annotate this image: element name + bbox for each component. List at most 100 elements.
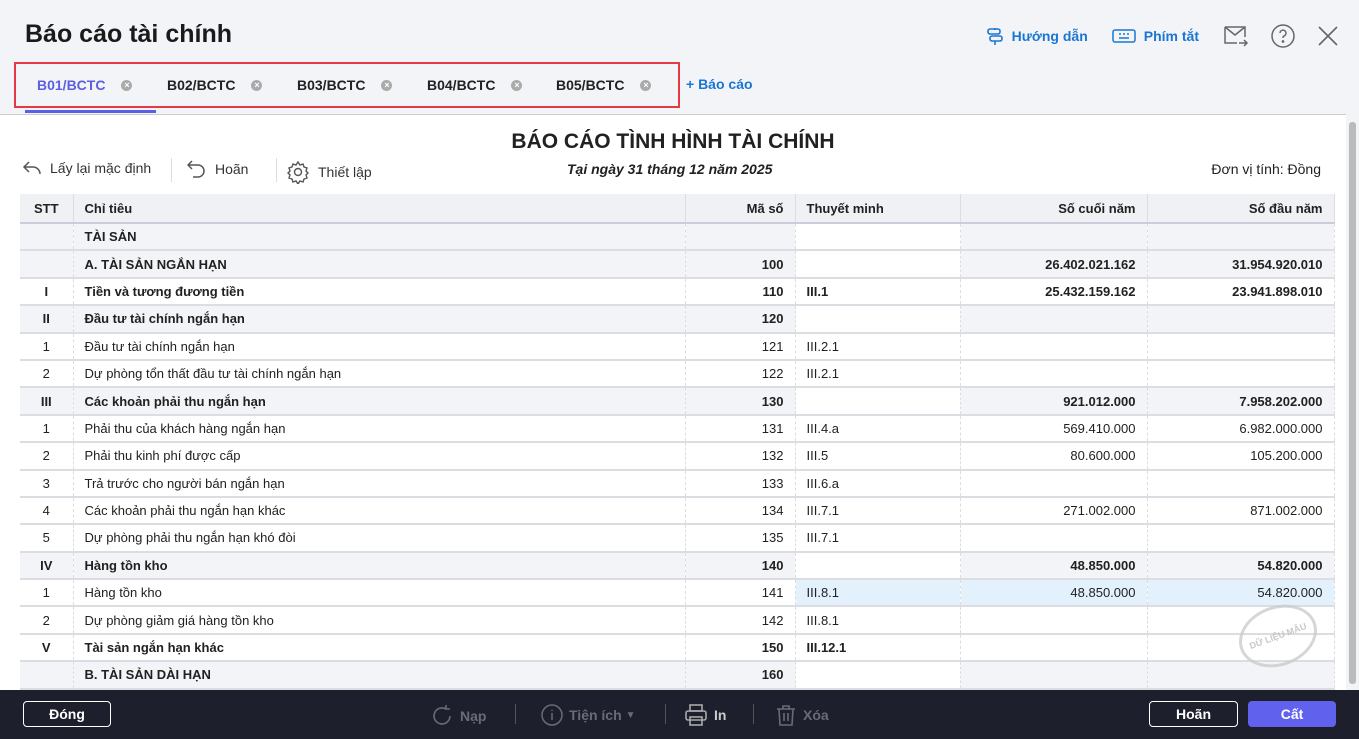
row-end-year[interactable] xyxy=(960,633,1148,663)
row-end-year[interactable]: 271.002.000 xyxy=(960,496,1148,526)
tab-b03[interactable]: B03/BCTC × xyxy=(297,77,393,93)
row-start-year[interactable]: 54.820.000 xyxy=(1147,579,1335,608)
close-tab-icon[interactable]: × xyxy=(251,79,263,91)
table-row[interactable]: V Tài sản ngắn hạn khác 150 III.12.1 xyxy=(20,633,1335,663)
cancel-button[interactable]: Hoãn xyxy=(1149,701,1238,727)
row-note[interactable] xyxy=(795,305,961,334)
delete-button[interactable]: Xóa xyxy=(775,704,829,726)
load-button[interactable]: Nạp xyxy=(430,704,486,728)
close-tab-icon[interactable]: × xyxy=(381,79,393,91)
tab-b01[interactable]: B01/BCTC × xyxy=(37,77,133,93)
tab-b05[interactable]: B05/BCTC × xyxy=(556,77,652,93)
email-forward-icon[interactable] xyxy=(1223,24,1249,48)
row-end-year[interactable]: 569.410.000 xyxy=(960,414,1148,444)
save-button[interactable]: Cất xyxy=(1248,701,1336,727)
row-end-year[interactable] xyxy=(960,469,1148,498)
table-row[interactable]: 3 Trả trước cho người bán ngắn hạn 133 III.… xyxy=(20,469,1335,498)
row-note[interactable]: III.1 xyxy=(795,277,961,307)
row-end-year[interactable]: 80.600.000 xyxy=(960,442,1148,471)
row-start-year[interactable] xyxy=(1147,223,1335,252)
row-note[interactable] xyxy=(795,250,961,279)
col-end-year: Số cuối năm xyxy=(960,194,1148,224)
row-end-year[interactable]: 26.402.021.162 xyxy=(960,250,1148,279)
undo-button[interactable]: Hoãn xyxy=(187,160,248,178)
row-start-year[interactable] xyxy=(1147,305,1335,334)
row-note[interactable]: III.2.1 xyxy=(795,332,961,361)
row-start-year[interactable] xyxy=(1147,332,1335,361)
row-start-year[interactable]: 54.820.000 xyxy=(1147,551,1335,581)
divider xyxy=(171,158,172,182)
undo-icon xyxy=(187,160,205,178)
row-note[interactable]: III.4.a xyxy=(795,414,961,444)
row-start-year[interactable] xyxy=(1147,469,1335,498)
table-row[interactable]: 2 Dự phòng giảm giá hàng tồn kho 142 III.8.… xyxy=(20,606,1335,635)
row-end-year[interactable] xyxy=(960,223,1148,252)
row-stt: III xyxy=(20,387,74,416)
scrollbar[interactable] xyxy=(1349,122,1356,684)
row-end-year[interactable]: 25.432.159.162 xyxy=(960,277,1148,307)
close-tab-icon[interactable]: × xyxy=(511,79,523,91)
table-row[interactable]: 4 Các khoản phải thu ngắn hạn khác 134 III.… xyxy=(20,496,1335,526)
guide-link[interactable]: Hướng dẫn xyxy=(986,27,1088,45)
row-indicator: Dự phòng phải thu ngắn hạn khó đòi xyxy=(73,524,686,553)
row-note[interactable] xyxy=(795,223,961,252)
tab-b04[interactable]: B04/BCTC × xyxy=(427,77,523,93)
row-note[interactable]: III.7.1 xyxy=(795,496,961,526)
row-note[interactable]: III.5 xyxy=(795,442,961,471)
table-row[interactable]: B. TÀI SẢN DÀI HẠN 160 xyxy=(20,661,1335,690)
row-start-year[interactable]: 105.200.000 xyxy=(1147,442,1335,471)
row-note[interactable]: III.8.1 xyxy=(795,606,961,635)
row-start-year[interactable] xyxy=(1147,359,1335,389)
close-button[interactable]: Đóng xyxy=(23,701,111,727)
close-tab-icon[interactable]: × xyxy=(121,79,133,91)
row-start-year[interactable]: 871.002.000 xyxy=(1147,496,1335,526)
table-row[interactable]: 1 Đầu tư tài chính ngắn hạn 121 III.2.1 xyxy=(20,332,1335,361)
table-row[interactable]: II Đầu tư tài chính ngắn hạn 120 xyxy=(20,305,1335,334)
table-row[interactable]: 2 Dự phòng tổn thất đầu tư tài chính ngắn… xyxy=(20,359,1335,389)
row-note[interactable]: III.7.1 xyxy=(795,524,961,553)
row-end-year[interactable]: 921.012.000 xyxy=(960,387,1148,416)
table-row[interactable]: 1 Phải thu của khách hàng ngắn hạn 131 III.… xyxy=(20,414,1335,444)
row-end-year[interactable] xyxy=(960,332,1148,361)
row-note[interactable]: III.12.1 xyxy=(795,633,961,663)
table-row[interactable]: III Các khoản phải thu ngắn hạn 130 921.012… xyxy=(20,387,1335,416)
row-indicator: B. TÀI SẢN DÀI HẠN xyxy=(73,661,686,690)
row-start-year[interactable] xyxy=(1147,661,1335,690)
row-end-year[interactable] xyxy=(960,524,1148,553)
row-note[interactable] xyxy=(795,661,961,690)
row-note[interactable]: III.2.1 xyxy=(795,359,961,389)
row-start-year[interactable] xyxy=(1147,524,1335,553)
reset-default-button[interactable]: Lấy lại mặc định xyxy=(22,160,151,176)
chevron-down-icon: ▼ xyxy=(625,709,636,721)
table-row[interactable]: A. TÀI SẢN NGẮN HẠN 100 26.402.021.162 31.9… xyxy=(20,250,1335,279)
tab-b02[interactable]: B02/BCTC × xyxy=(167,77,263,93)
row-end-year[interactable]: 48.850.000 xyxy=(960,551,1148,581)
table-row[interactable]: 2 Phải thu kinh phí được cấp 132 III.5 80.60… xyxy=(20,442,1335,471)
row-end-year[interactable] xyxy=(960,305,1148,334)
row-end-year[interactable] xyxy=(960,606,1148,635)
close-tab-icon[interactable]: × xyxy=(640,79,652,91)
close-icon[interactable] xyxy=(1317,25,1339,47)
row-start-year[interactable]: 6.982.000.000 xyxy=(1147,414,1335,444)
row-end-year[interactable]: 48.850.000 xyxy=(960,579,1148,608)
table-row[interactable]: IV Hàng tồn kho 140 48.850.000 54.820.000 xyxy=(20,551,1335,581)
table-row[interactable]: TÀI SẢN xyxy=(20,223,1335,252)
row-end-year[interactable] xyxy=(960,661,1148,690)
utilities-button[interactable]: Tiện ích ▼ xyxy=(541,704,636,726)
print-button[interactable]: In xyxy=(684,704,726,726)
row-start-year[interactable]: 31.954.920.010 xyxy=(1147,250,1335,279)
table-row[interactable]: I Tiền và tương đương tiền 110 III.1 25.432.… xyxy=(20,277,1335,307)
add-report-button[interactable]: + Báo cáo xyxy=(686,76,753,92)
settings-button[interactable]: Thiết lập xyxy=(286,160,372,184)
table-row[interactable]: 1 Hàng tồn kho 141 III.8.1 48.850.000 54.820.… xyxy=(20,579,1335,608)
row-note[interactable]: III.6.a xyxy=(795,469,961,498)
row-start-year[interactable]: 7.958.202.000 xyxy=(1147,387,1335,416)
row-end-year[interactable] xyxy=(960,359,1148,389)
row-note[interactable]: III.8.1 xyxy=(795,579,961,608)
row-start-year[interactable]: 23.941.898.010 xyxy=(1147,277,1335,307)
row-note[interactable] xyxy=(795,551,961,581)
row-note[interactable] xyxy=(795,387,961,416)
table-row[interactable]: 5 Dự phòng phải thu ngắn hạn khó đòi 135 II… xyxy=(20,524,1335,553)
help-icon[interactable] xyxy=(1271,24,1295,48)
shortcuts-link[interactable]: Phím tắt xyxy=(1112,28,1199,44)
